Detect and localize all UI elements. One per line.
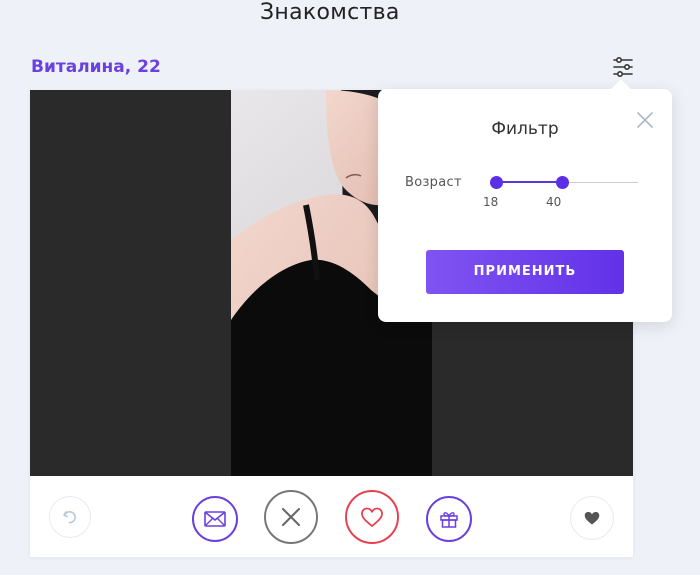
dislike-button[interactable] xyxy=(264,490,318,544)
action-bar xyxy=(30,476,633,557)
page-title: Знакомства xyxy=(260,0,400,25)
like-icon xyxy=(361,507,383,527)
gift-button[interactable] xyxy=(426,496,472,542)
favorite-icon xyxy=(584,511,600,525)
age-min-thumb[interactable] xyxy=(490,176,503,189)
favorite-button[interactable] xyxy=(570,496,614,540)
age-max-thumb[interactable] xyxy=(556,176,569,189)
message-button[interactable] xyxy=(192,496,238,542)
age-range-slider[interactable] xyxy=(490,172,638,189)
close-icon xyxy=(637,112,653,128)
gift-icon xyxy=(440,512,458,528)
undo-button[interactable] xyxy=(49,496,91,538)
apply-button[interactable]: ПРИМЕНИТЬ xyxy=(426,250,624,294)
popover-arrow xyxy=(611,79,631,99)
dislike-icon xyxy=(282,508,300,526)
profile-name[interactable]: Виталина, 22 xyxy=(31,57,161,77)
age-max-value: 40 xyxy=(546,195,562,209)
filter-popover: Фильтр Возраст 18 40 ПРИМЕНИТЬ xyxy=(378,79,672,322)
slider-selected-range xyxy=(496,181,562,183)
filter-title: Фильтр xyxy=(491,119,559,139)
age-label: Возраст xyxy=(405,175,462,190)
message-icon xyxy=(204,511,226,527)
like-button[interactable] xyxy=(345,490,399,544)
undo-icon xyxy=(63,511,76,524)
filter-settings-icon xyxy=(613,56,633,77)
filter-button[interactable] xyxy=(610,54,636,80)
close-button[interactable] xyxy=(635,110,655,130)
age-min-value: 18 xyxy=(483,195,499,209)
